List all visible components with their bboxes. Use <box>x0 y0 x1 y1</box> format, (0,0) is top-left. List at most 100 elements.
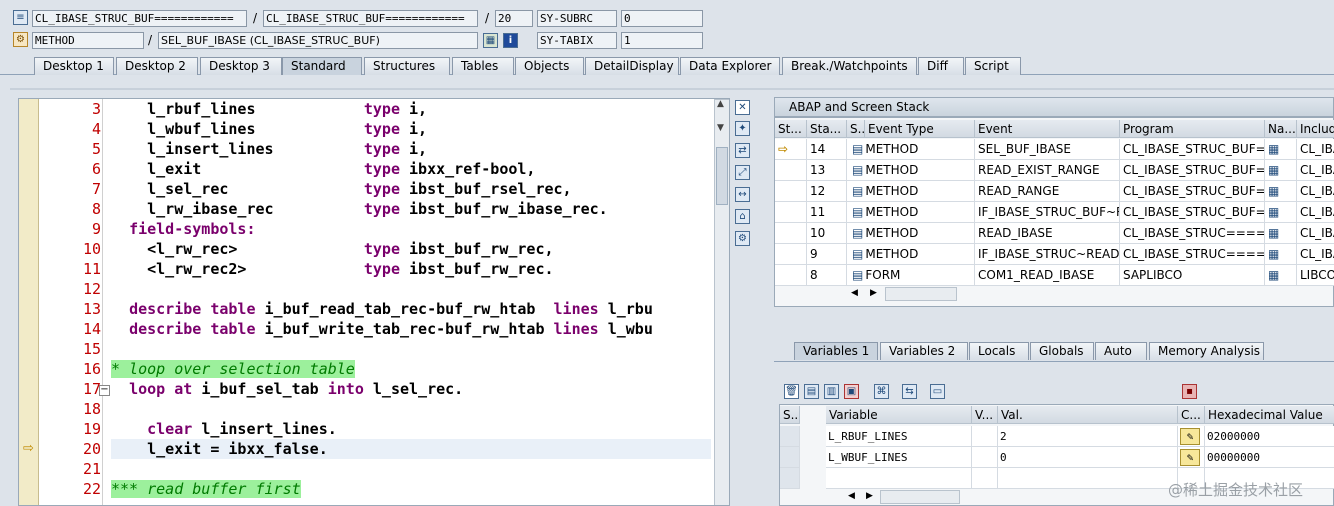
navigate-icon[interactable]: ▦ <box>1268 142 1279 156</box>
method-icon: ▤ <box>852 205 864 219</box>
stack-event-cell[interactable]: READ_EXIST_RANGE <box>975 160 1120 181</box>
stack-event-cell[interactable]: COM1_READ_IBASE <box>975 265 1120 286</box>
row-selector[interactable] <box>780 426 800 447</box>
scroll-thumb[interactable] <box>716 147 728 205</box>
import-icon[interactable]: ▤ <box>804 384 819 399</box>
method-icon: ▤ <box>852 184 864 198</box>
hierarchy-icon[interactable]: ⌘ <box>874 384 889 399</box>
stack-column-header[interactable]: Event <box>975 120 1120 138</box>
stack-column-header[interactable]: Event Type <box>865 120 975 138</box>
tab-diff[interactable]: Diff <box>918 57 964 75</box>
event-type-text: METHOD <box>865 226 919 240</box>
stack-status-cell <box>775 160 807 181</box>
scroll-down-icon[interactable]: ▼ <box>717 123 724 133</box>
tab-memory-analysis[interactable]: Memory Analysis <box>1149 342 1264 360</box>
stack-column-header[interactable]: Na... <box>1265 120 1297 138</box>
export-icon[interactable]: ▥ <box>824 384 839 399</box>
tab-detaildisplay[interactable]: DetailDisplay <box>585 57 679 75</box>
stack-event-cell[interactable]: SEL_BUF_IBASE <box>975 139 1120 160</box>
variables-column-header[interactable]: S... <box>780 406 800 424</box>
stack-event-cell[interactable]: IF_IBASE_STRUC_BUF~R... <box>975 202 1120 223</box>
navigate-icon[interactable]: ▦ <box>1268 226 1279 240</box>
stack-event-cell[interactable]: READ_IBASE <box>975 223 1120 244</box>
line-number: 4 <box>91 120 101 138</box>
stack-column-header[interactable]: Sta... <box>807 120 847 138</box>
tab-globals[interactable]: Globals <box>1030 342 1094 360</box>
maximize-icon[interactable]: ⤢ <box>735 165 750 180</box>
line-number: 16 <box>82 360 101 378</box>
tab-locals[interactable]: Locals <box>969 342 1029 360</box>
tab-auto[interactable]: Auto <box>1095 342 1147 360</box>
new-tool-icon[interactable]: ✦ <box>735 121 750 136</box>
stack-horizontal-scrollbar[interactable] <box>885 287 957 301</box>
delete-icon[interactable]: 🗑 <box>784 384 799 399</box>
tab-tables[interactable]: Tables <box>452 57 514 75</box>
vars-horizontal-scrollbar[interactable] <box>880 490 960 504</box>
stack-scroll-right-icon[interactable]: ▶ <box>870 288 877 298</box>
tab-script[interactable]: Script <box>965 57 1021 75</box>
stack-status-cell <box>775 181 807 202</box>
tab-desktop-1[interactable]: Desktop 1 <box>34 57 114 75</box>
tab-data-explorer[interactable]: Data Explorer <box>680 57 780 75</box>
stack-program-cell: CL_IBASE_STRUC=====... <box>1120 244 1265 265</box>
replace-tool-icon[interactable]: ⇄ <box>735 143 750 158</box>
variables-column-header[interactable]: V... <box>972 406 998 424</box>
tab-objects[interactable]: Objects <box>515 57 584 75</box>
variables-column-header[interactable]: C... <box>1178 406 1205 424</box>
tab-structures[interactable]: Structures <box>364 57 450 75</box>
keyword: type <box>363 200 400 218</box>
navigate-icon[interactable]: ▦ <box>1268 268 1279 282</box>
navigate-icon[interactable]: ▦ <box>1268 163 1279 177</box>
close-icon[interactable]: ✕ <box>735 100 750 115</box>
vars-scroll-left-icon[interactable]: ◀ <box>848 491 855 501</box>
variable-change-cell[interactable]: ✎ <box>1178 426 1205 447</box>
source-code-editor[interactable]: ⇨ − 3 l_rbuf_lines type i, 4 l_wbuf_lines… <box>18 98 730 506</box>
settings-icon[interactable]: ⚙ <box>735 231 750 246</box>
keyword: at <box>174 380 193 398</box>
navigate-icon[interactable]: ▦ <box>1268 184 1279 198</box>
tab-variables-2[interactable]: Variables 2 <box>880 342 968 360</box>
scroll-up-icon[interactable]: ▲ <box>717 99 724 109</box>
row-selector[interactable] <box>780 447 800 468</box>
program-icon: ≡ <box>13 10 28 25</box>
stack-scroll-left-icon[interactable]: ◀ <box>851 288 858 298</box>
variables-column-header[interactable]: Val. <box>998 406 1178 424</box>
tab-variables-1[interactable]: Variables 1 <box>794 342 878 360</box>
variable-name-input[interactable] <box>826 468 972 489</box>
tab-standard[interactable]: Standard <box>282 57 362 75</box>
vars-scroll-right-icon[interactable]: ▶ <box>866 491 873 501</box>
stack-column-header[interactable]: Program <box>1120 120 1265 138</box>
stack-event-cell[interactable]: IF_IBASE_STRUC~READ... <box>975 244 1120 265</box>
swap-icon[interactable]: ↔ <box>735 187 750 202</box>
transfer-icon[interactable]: ⇆ <box>902 384 917 399</box>
keyword: into <box>327 380 364 398</box>
code-line: l_exit = ibxx_false. <box>147 440 328 458</box>
variables-column-header[interactable]: Variable <box>826 406 972 424</box>
row-selector[interactable] <box>780 468 800 489</box>
navigate-icon[interactable]: ▦ <box>1268 247 1279 261</box>
variables-column-header[interactable]: Hexadecimal Value <box>1205 406 1334 424</box>
navigate-icon[interactable]: ▦ <box>1268 205 1279 219</box>
save-icon[interactable]: ▪ <box>1182 384 1197 399</box>
edit-pencil-icon[interactable]: ✎ <box>1180 428 1200 445</box>
tab-desktop-2[interactable]: Desktop 2 <box>116 57 198 75</box>
stack-column-header[interactable]: St... <box>775 120 807 138</box>
stack-level-cell: 8 <box>807 265 847 286</box>
variable-change-cell[interactable]: ✎ <box>1178 447 1205 468</box>
folder-icon[interactable]: ▭ <box>930 384 945 399</box>
variable-name-input[interactable]: L_WBUF_LINES <box>826 447 972 468</box>
event-type-text: FORM <box>865 268 901 282</box>
event-type-field: METHOD <box>32 32 144 49</box>
save-layout-icon[interactable]: ▣ <box>844 384 859 399</box>
stack-column-header[interactable]: Includ <box>1297 120 1334 138</box>
variable-name-input[interactable]: L_RBUF_LINES <box>826 426 972 447</box>
services-icon[interactable]: ⌂ <box>735 209 750 224</box>
tab-break-watchpoints[interactable]: Break./Watchpoints <box>782 57 917 75</box>
stack-column-header[interactable]: S... <box>847 120 865 138</box>
info-icon[interactable]: i <box>503 33 518 48</box>
stack-event-cell[interactable]: READ_RANGE <box>975 181 1120 202</box>
edit-pencil-icon[interactable]: ✎ <box>1180 449 1200 466</box>
tab-desktop-3[interactable]: Desktop 3 <box>200 57 282 75</box>
line-number: 9 <box>91 220 101 238</box>
display-object-icon[interactable]: ▦ <box>483 33 498 48</box>
